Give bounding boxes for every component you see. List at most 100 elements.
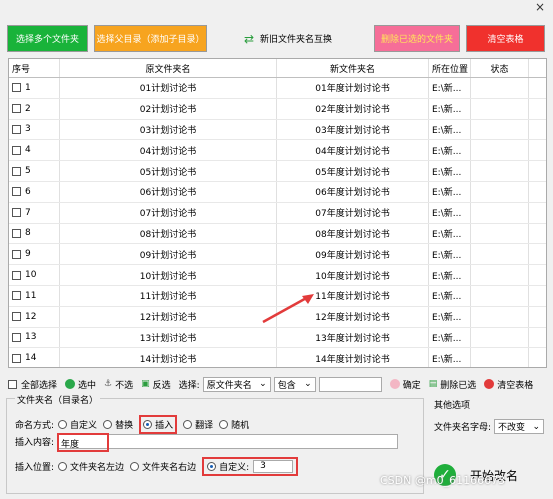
position-right-label: 文件夹名右边 [142,463,197,473]
mode-replace-label: 替换 [115,421,134,431]
delete-selected-folders-button[interactable]: 删除已选的文件夹 [374,25,460,52]
original-name-cell: 02计划讨论书 [60,98,277,119]
row-checkbox[interactable] [12,145,21,155]
field-select[interactable]: 原文件夹名 ⌄ [202,376,271,392]
insert-content-value: 年度 [61,440,80,450]
letter-case-select[interactable]: 不改变 ⌄ [494,419,545,434]
insert-content-label: 插入内容: [15,438,55,448]
insert-position-row: 插入位置: 文件夹名左边 文件夹名右边 自定义: 3 [15,457,304,476]
new-name-cell: 09年度计划讨论书 [277,244,429,265]
spacer-cell [529,120,546,140]
position-custom-radio[interactable]: 自定义: 3 [202,457,299,476]
swap-label: 新旧文件夹名互换 [260,35,333,45]
spacer-cell [529,99,546,119]
chevron-down-icon: ⌄ [259,379,267,389]
select-label: 选择: [178,380,200,391]
original-name-cell: 08计划讨论书 [60,223,277,244]
clear-table-small-button[interactable]: 清空表格 [484,378,533,391]
table-row[interactable]: 10 10计划讨论书 10年度计划讨论书 E:\新... [9,265,546,286]
original-name-cell: 05计划讨论书 [60,161,277,181]
delete-selected-button[interactable]: ▤ 删除已选 [429,378,477,391]
close-icon[interactable]: × [535,0,545,14]
table-row[interactable]: 13 13计划讨论书 13年度计划讨论书 E:\新... [9,327,546,349]
row-number: 12 [25,311,37,322]
spacer-cell [529,328,546,348]
table-row[interactable]: 3 03计划讨论书 03年度计划讨论书 E:\新... [9,119,546,141]
row-checkbox[interactable] [12,166,21,176]
confirm-button[interactable]: 确定 [389,378,421,391]
row-checkbox[interactable] [12,187,21,197]
row-checkbox[interactable] [12,353,21,363]
col-header-status: 状态 [471,59,529,77]
status-cell [471,327,529,348]
location-cell: E:\新... [429,223,471,244]
match-select[interactable]: 包含 ⌄ [273,376,316,392]
filter-input[interactable] [318,376,382,392]
table-row[interactable]: 4 04计划讨论书 04年度计划讨论书 E:\新... [9,140,546,162]
spacer-cell [529,203,546,223]
radio-icon [103,420,113,429]
spacer-cell [529,348,546,367]
row-number-cell: 2 [9,98,60,119]
letter-case-label: 文件夹名字母: [434,423,492,433]
clear-table-button[interactable]: 清空表格 [466,25,545,52]
clear-icon [484,379,495,389]
row-checkbox[interactable] [12,83,21,93]
status-cell [471,161,529,181]
row-checkbox[interactable] [12,208,21,218]
new-name-cell: 08年度计划讨论书 [277,223,429,244]
chevron-down-icon: ⌄ [532,421,541,432]
delete-selected-label: 删除已选 [440,380,477,391]
uncheck-label: 不选 [115,380,134,391]
table-row[interactable]: 1 01计划讨论书 01年度计划讨论书 E:\新... [9,78,546,99]
table-row[interactable]: 6 06计划讨论书 06年度计划讨论书 E:\新... [9,181,546,203]
col-header-no: 序号 [9,59,60,77]
position-left-radio[interactable]: 文件夹名左边 [58,460,124,473]
clear-table-label: 清空表格 [497,380,534,391]
naming-mode-row: 命名方式: 自定义 替换 插入 翻译 随机 [15,415,255,434]
table-row[interactable]: 7 07计划讨论书 07年度计划讨论书 E:\新... [9,202,546,224]
spacer-cell [529,140,546,160]
mode-replace-radio[interactable]: 替换 [103,418,133,431]
table-row[interactable]: 14 14计划讨论书 14年度计划讨论书 E:\新... [9,348,546,367]
table-row[interactable]: 2 02计划讨论书 02年度计划讨论书 E:\新... [9,98,546,120]
add-multiple-folders-button[interactable]: 选择多个文件夹 [7,25,88,52]
check-label: 选中 [78,380,97,391]
confirm-icon [389,379,400,389]
row-checkbox[interactable] [12,228,21,238]
row-checkbox[interactable] [12,270,21,280]
swap-names-button[interactable]: ⇄ 新旧文件夹名互换 [242,25,338,52]
mode-insert-radio[interactable]: 插入 [139,415,178,434]
mode-translate-radio[interactable]: 翻译 [183,418,213,431]
location-cell: E:\新... [429,98,471,119]
delete-icon: ▤ [428,379,438,389]
location-cell: E:\新... [429,140,471,161]
row-checkbox[interactable] [12,291,21,301]
original-name-cell: 11计划讨论书 [60,285,277,306]
check-button[interactable]: 选中 [65,378,96,391]
spacer-cell [529,224,546,244]
add-parent-directory-button[interactable]: 选择父目录（添加子目录） [94,25,207,52]
row-checkbox[interactable] [12,104,21,114]
table-header: 序号 原文件夹名 新文件夹名 所在位置 状态 [9,59,546,78]
table-row[interactable]: 8 08计划讨论书 08年度计划讨论书 E:\新... [9,223,546,245]
new-name-cell: 13年度计划讨论书 [277,327,429,348]
row-checkbox[interactable] [12,124,21,134]
row-checkbox[interactable] [12,249,21,259]
row-checkbox[interactable] [12,332,21,342]
row-checkbox[interactable] [12,312,21,322]
new-name-cell: 04年度计划讨论书 [277,140,429,161]
table-row[interactable]: 9 09计划讨论书 09年度计划讨论书 E:\新... [9,244,546,266]
mode-random-radio[interactable]: 随机 [219,418,249,431]
insert-content-input[interactable]: 年度 [57,433,399,452]
table-row[interactable]: 5 05计划讨论书 05年度计划讨论书 E:\新... [9,161,546,182]
position-right-radio[interactable]: 文件夹名右边 [130,460,196,473]
select-all-checkbox[interactable]: 全部选择 [8,378,57,391]
invert-button[interactable]: ▣ 反选 [141,378,171,391]
custom-position-input[interactable]: 3 [253,460,294,473]
row-number: 14 [25,353,37,364]
watermark: CSDN @m0_61166673 [380,474,506,487]
location-cell: E:\新... [429,306,471,327]
mode-custom-radio[interactable]: 自定义 [58,418,97,431]
uncheck-button[interactable]: ⚓ 不选 [104,378,133,391]
